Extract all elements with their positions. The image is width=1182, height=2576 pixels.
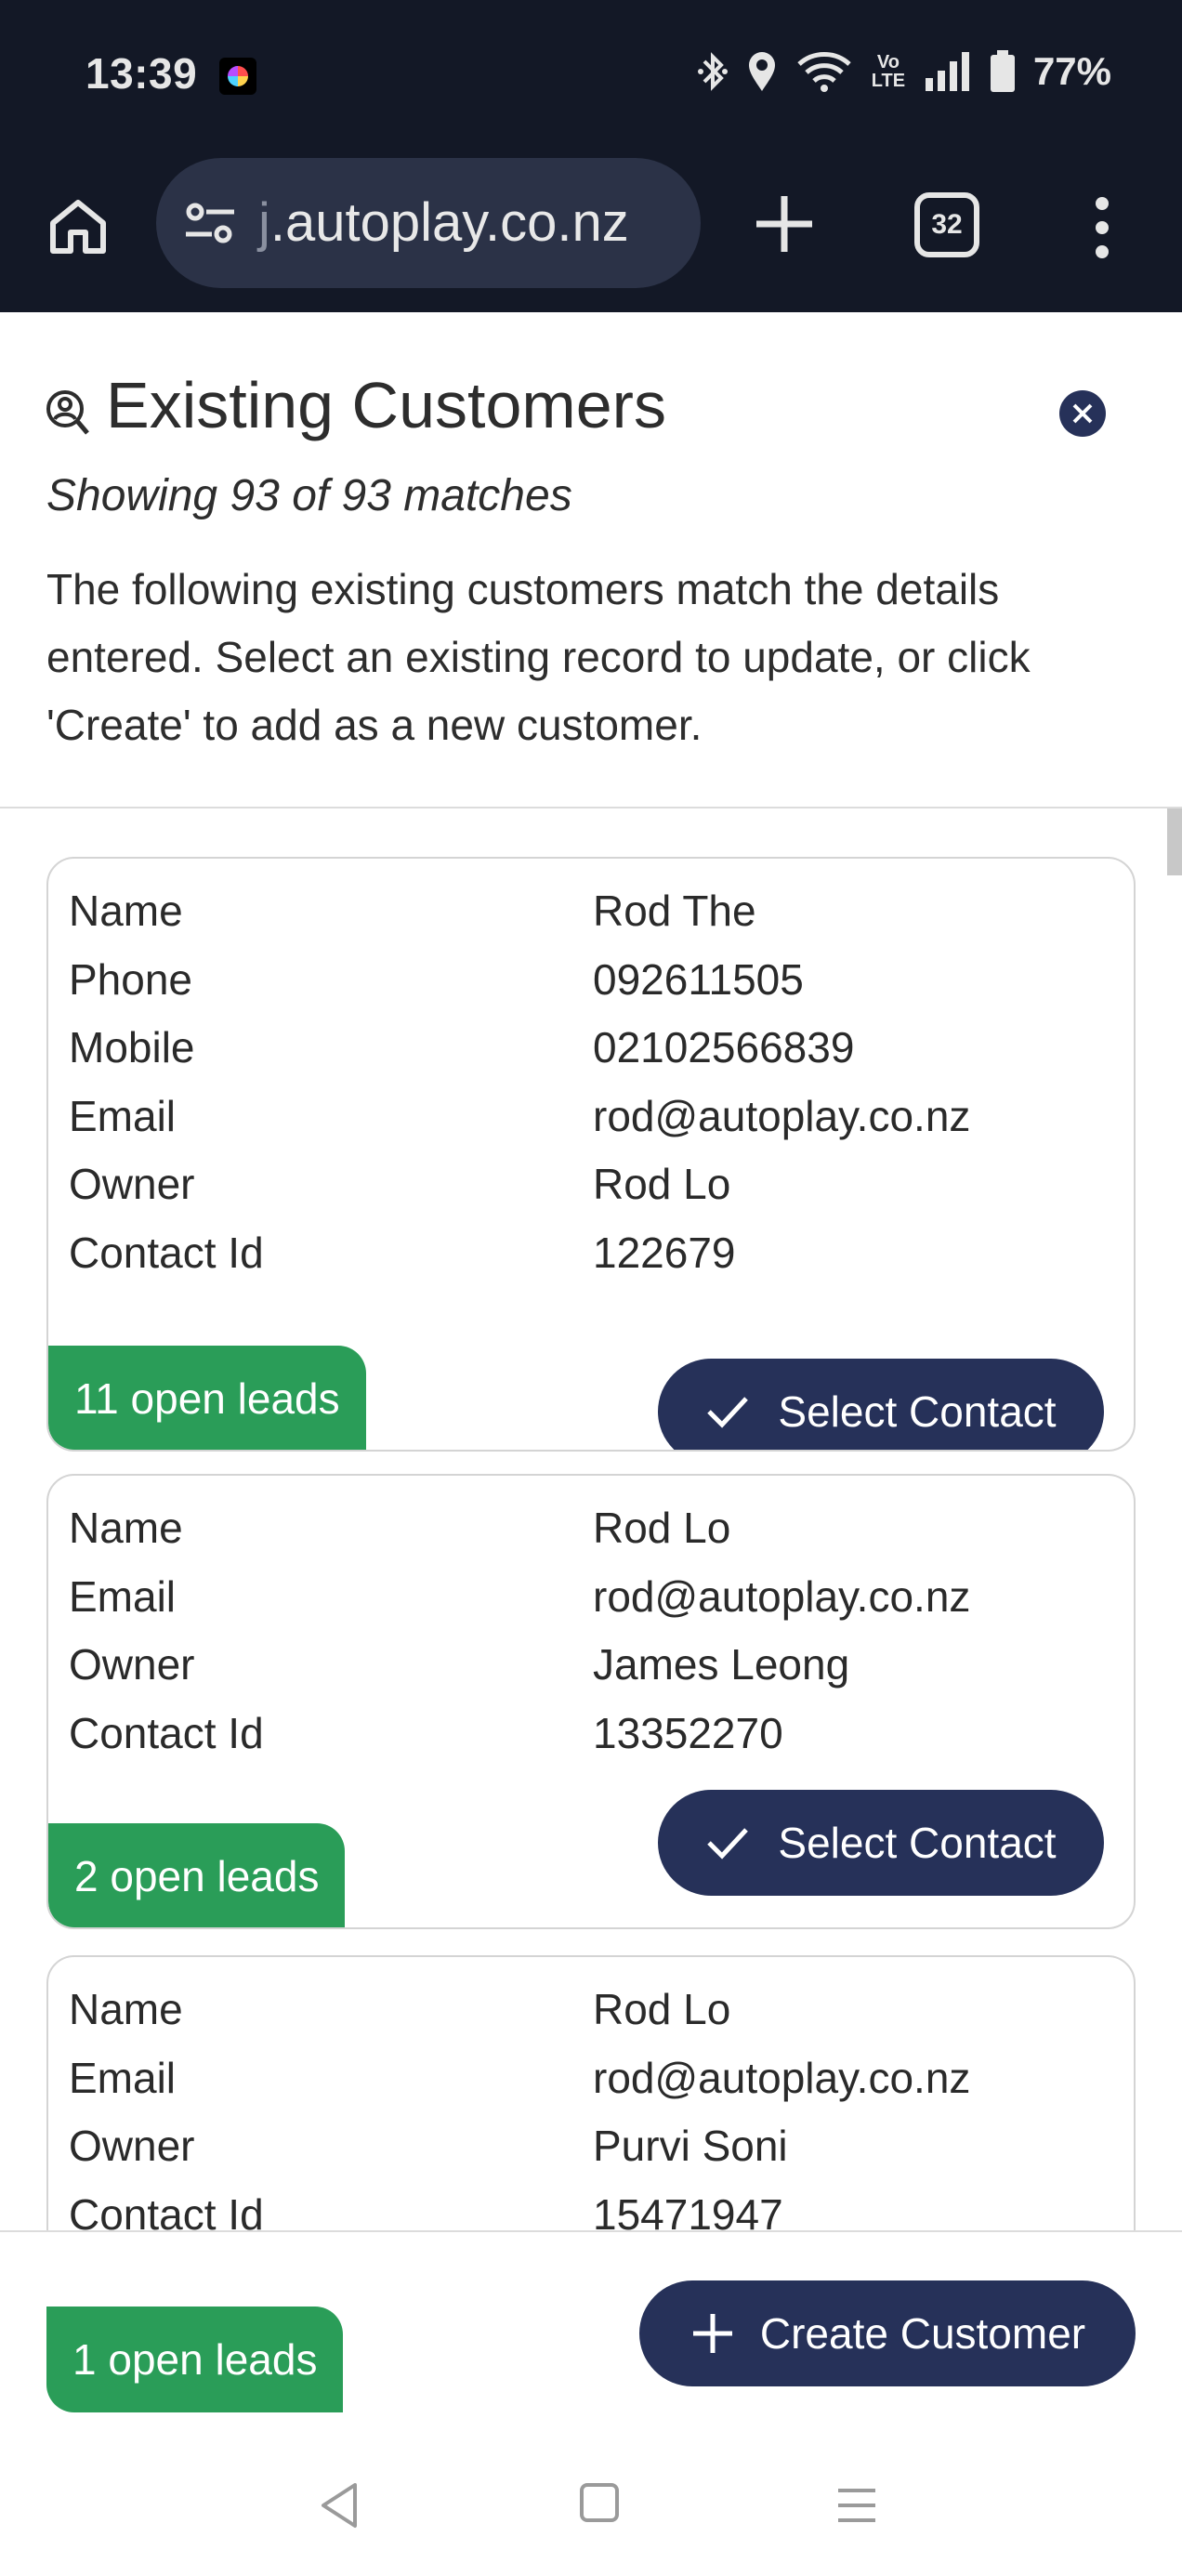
- owner-label: Owner: [69, 1160, 195, 1208]
- url-domain: .autoplay.co.nz: [269, 192, 629, 253]
- select-contact-button[interactable]: Select Contact: [658, 1790, 1104, 1896]
- owner-row: Owner James Leong: [69, 1631, 1110, 1698]
- battery-percent: 77%: [1032, 49, 1111, 93]
- close-button[interactable]: [1059, 390, 1106, 437]
- owner-value: Purvi Soni: [593, 2122, 788, 2170]
- customer-card: Name Rod The Phone 092611505 Mobile 0210…: [46, 857, 1136, 1452]
- owner-value: Rod Lo: [593, 1160, 731, 1208]
- email-label: Email: [69, 2054, 177, 2102]
- name-label: Name: [69, 887, 183, 935]
- home-nav-icon[interactable]: [580, 2483, 619, 2522]
- owner-row: Owner Purvi Soni: [69, 2112, 1110, 2179]
- close-icon: [1072, 403, 1093, 424]
- open-leads-badge: 1 open leads: [46, 2307, 344, 2412]
- mobile-row: Mobile 02102566839: [69, 1014, 1110, 1081]
- select-contact-label: Select Contact: [778, 1387, 1057, 1436]
- url-truncated: j: [258, 192, 270, 253]
- match-count: Showing 93 of 93 matches: [46, 471, 572, 520]
- plus-icon: [692, 2314, 732, 2353]
- select-contact-button[interactable]: Select Contact: [658, 1359, 1104, 1450]
- create-customer-label: Create Customer: [759, 2309, 1086, 2358]
- app-notification-icon: [219, 58, 256, 95]
- email-value: rod@autoplay.co.nz: [593, 1572, 971, 1621]
- address-bar[interactable]: j.autoplay.co.nz: [156, 158, 701, 288]
- system-nav-bar: [0, 2444, 1182, 2576]
- new-tab-button[interactable]: [747, 187, 821, 261]
- scrollbar[interactable]: [1167, 808, 1182, 875]
- bluetooth-icon: [697, 52, 728, 91]
- owner-value: James Leong: [593, 1640, 850, 1689]
- contact-id-label: Contact Id: [69, 2190, 264, 2230]
- modal-header: Existing Customers Showing 93 of 93 matc…: [0, 312, 1182, 808]
- back-icon[interactable]: [318, 2481, 361, 2530]
- name-row: Name Rod Lo: [69, 1976, 1110, 2043]
- contact-id-value: 13352270: [593, 1709, 783, 1757]
- customer-card: Name Rod Lo Email rod@autoplay.co.nz Own…: [46, 1474, 1136, 1929]
- contact-id-label: Contact Id: [69, 1709, 264, 1757]
- home-icon: [50, 200, 106, 254]
- check-icon: [707, 1397, 749, 1428]
- recents-icon[interactable]: [836, 2485, 877, 2526]
- name-label: Name: [69, 1504, 183, 1552]
- signal-icon: [925, 52, 969, 91]
- browser-chrome: 13:39 Vo LTE 77% j.autoplay.co.nz 32: [0, 0, 1182, 312]
- phone-row: Phone 092611505: [69, 946, 1110, 1013]
- name-row: Name Rod The: [69, 877, 1110, 944]
- home-button[interactable]: [41, 189, 115, 263]
- phone-value: 092611505: [593, 955, 804, 1004]
- owner-label: Owner: [69, 2122, 195, 2170]
- owner-row: Owner Rod Lo: [69, 1150, 1110, 1217]
- check-icon: [707, 1828, 749, 1860]
- mobile-value: 02102566839: [593, 1023, 855, 1071]
- email-row: Email rod@autoplay.co.nz: [69, 1083, 1110, 1150]
- email-row: Email rod@autoplay.co.nz: [69, 2044, 1110, 2111]
- contact-id-row: Contact Id 13352270: [69, 1700, 1110, 1767]
- name-value: Rod Lo: [593, 1985, 731, 2033]
- status-time: 13:39: [85, 49, 198, 98]
- owner-label: Owner: [69, 1640, 195, 1689]
- phone-label: Phone: [69, 955, 193, 1004]
- site-settings-icon: [186, 203, 234, 243]
- email-value: rod@autoplay.co.nz: [593, 2054, 971, 2102]
- status-bar: 13:39 Vo LTE 77%: [0, 0, 1182, 153]
- modal-footer: 1 open leads Create Customer: [0, 2230, 1182, 2444]
- location-icon: [748, 52, 775, 91]
- contact-id-label: Contact Id: [69, 1229, 264, 1277]
- status-icons: Vo LTE 77%: [697, 48, 1111, 95]
- email-row: Email rod@autoplay.co.nz: [69, 1563, 1110, 1630]
- modal-title: Existing Customers: [106, 369, 666, 441]
- contact-id-row: Contact Id 122679: [69, 1219, 1110, 1286]
- select-contact-label: Select Contact: [778, 1819, 1057, 1867]
- email-label: Email: [69, 1572, 177, 1621]
- email-value: rod@autoplay.co.nz: [593, 1092, 971, 1140]
- name-value: Rod Lo: [593, 1504, 731, 1552]
- volte-icon: Vo LTE: [871, 52, 906, 91]
- url-text: j.autoplay.co.nz: [258, 191, 629, 254]
- browser-toolbar: j.autoplay.co.nz 32: [0, 153, 1182, 311]
- name-label: Name: [69, 1985, 183, 2033]
- open-leads-badge: 11 open leads: [48, 1346, 366, 1450]
- tab-count: 32: [931, 209, 963, 240]
- customer-results-list[interactable]: Name Rod The Phone 092611505 Mobile 0210…: [0, 808, 1182, 2230]
- contact-id-row: Contact Id 15471947: [69, 2181, 1110, 2230]
- customer-card: Name Rod Lo Email rod@autoplay.co.nz Own…: [46, 1955, 1136, 2230]
- create-customer-button[interactable]: Create Customer: [639, 2280, 1136, 2386]
- name-value: Rod The: [593, 887, 756, 935]
- search-user-icon: [46, 390, 89, 435]
- wifi-icon: [797, 52, 851, 92]
- open-leads-badge: 2 open leads: [48, 1823, 346, 1927]
- contact-id-value: 122679: [593, 1229, 736, 1277]
- browser-menu-button[interactable]: [1084, 191, 1121, 265]
- mobile-label: Mobile: [69, 1023, 195, 1071]
- name-row: Name Rod Lo: [69, 1494, 1110, 1561]
- battery-icon: [990, 50, 1015, 92]
- contact-id-value: 15471947: [593, 2190, 783, 2230]
- tab-switcher-button[interactable]: 32: [914, 192, 979, 257]
- modal-description: The following existing customers match t…: [46, 565, 1031, 749]
- email-label: Email: [69, 1092, 177, 1140]
